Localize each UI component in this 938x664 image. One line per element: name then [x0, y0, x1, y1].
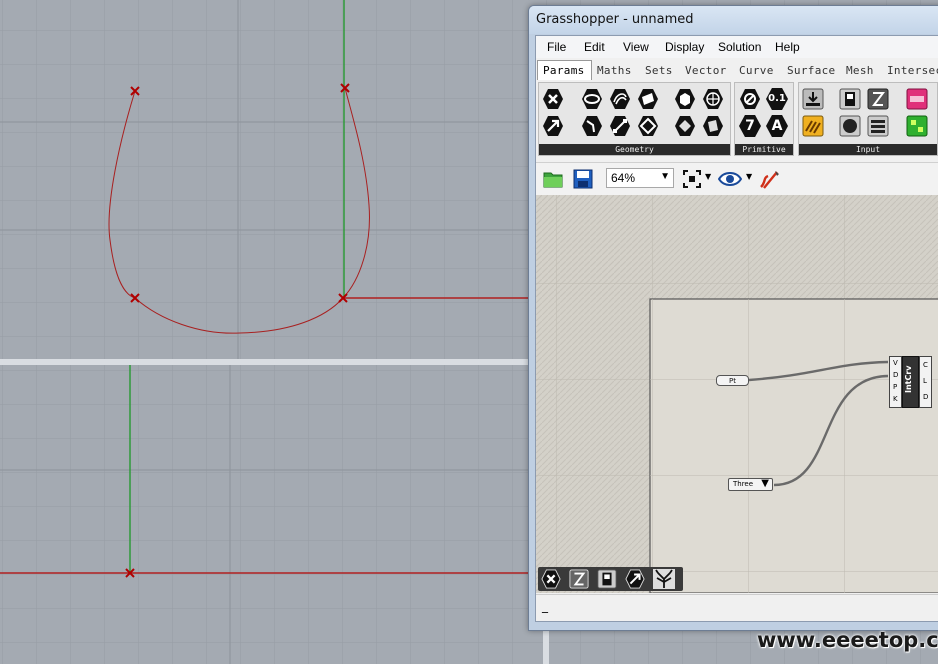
preview-eye-icon[interactable] — [718, 170, 742, 188]
input-v[interactable]: V — [893, 359, 898, 367]
group-primitive: 0.1 7 A Primitive — [734, 82, 794, 156]
tab-sets[interactable]: Sets — [645, 64, 673, 77]
zoom-extents-dropdown-icon[interactable]: ▼ — [705, 172, 711, 181]
value-list-node[interactable]: Three ▼ — [728, 478, 773, 491]
gradient-input-icon[interactable] — [802, 115, 824, 137]
circle-param-icon[interactable] — [581, 88, 603, 110]
intcrv-outputs: C L D — [919, 356, 932, 408]
toggle-input-icon[interactable] — [839, 88, 861, 110]
mesh-param-icon[interactable] — [674, 115, 696, 137]
box-param-icon[interactable] — [674, 88, 696, 110]
image-sampler-icon[interactable] — [906, 115, 928, 137]
save-file-icon[interactable] — [572, 168, 594, 190]
group-geometry: Geometry — [538, 82, 731, 156]
intcrv-title: IntCrv — [904, 365, 913, 393]
group-param-icon[interactable] — [702, 115, 724, 137]
surface-param-icon[interactable] — [637, 88, 659, 110]
input-k[interactable]: K — [893, 395, 898, 403]
component-tabs: Params Maths Sets Vector Curve Surface M… — [536, 59, 938, 81]
group-label-primitive[interactable]: Primitive — [735, 144, 793, 155]
line-param-icon[interactable] — [581, 115, 603, 137]
canvas-quick-bar — [538, 567, 683, 591]
group-label-geometry[interactable]: Geometry — [539, 144, 730, 155]
input-d[interactable]: D — [893, 371, 898, 379]
sketch-pen-icon[interactable] — [758, 168, 782, 190]
preview-dropdown-icon[interactable]: ▼ — [746, 172, 752, 181]
ribbon: Geometry 0.1 7 A Primitive Input — [538, 82, 938, 156]
panel-input-icon[interactable] — [802, 88, 824, 110]
intcrv-component[interactable]: V D P K IntCrv C L D — [889, 356, 938, 408]
number-param-icon[interactable]: 0.1 — [766, 88, 788, 110]
point-param-icon[interactable] — [542, 115, 564, 137]
integer-param-icon[interactable]: 7 — [739, 115, 761, 137]
zoom-level-value: 64% — [611, 171, 636, 185]
menu-view[interactable]: View — [623, 40, 649, 54]
quick-tree-icon[interactable] — [653, 569, 675, 589]
quick-slider-icon[interactable] — [569, 569, 589, 589]
watermark: www.eeeetop.com — [757, 628, 938, 652]
intcrv-body: IntCrv — [902, 356, 919, 408]
menu-solution[interactable]: Solution — [718, 40, 761, 54]
status-bar: _ — [536, 594, 938, 621]
status-text: _ — [542, 599, 548, 613]
title-bar[interactable]: Grasshopper - unnamed — [529, 6, 938, 34]
mesh-face-param-icon[interactable] — [702, 88, 724, 110]
menu-edit[interactable]: Edit — [584, 40, 605, 54]
canvas-graph[interactable] — [536, 195, 938, 593]
output-l[interactable]: L — [923, 377, 927, 385]
zoom-level-select[interactable]: 64% ▼ — [606, 168, 674, 188]
group-input: Input — [798, 82, 938, 156]
tab-mesh[interactable]: Mesh — [846, 64, 874, 77]
curve-param-icon[interactable] — [609, 115, 631, 137]
open-file-icon[interactable] — [542, 168, 564, 190]
colour-swatch-icon[interactable] — [906, 88, 928, 110]
tab-curve[interactable]: Curve — [739, 64, 774, 77]
tab-maths[interactable]: Maths — [597, 64, 632, 77]
value-list-selected: Three — [733, 480, 754, 488]
menu-file[interactable]: File — [547, 40, 566, 54]
group-label-input[interactable]: Input — [799, 144, 937, 155]
window-body: File Edit View Display Solution Help Par… — [535, 35, 938, 622]
list-input-icon[interactable] — [867, 115, 889, 137]
menu-help[interactable]: Help — [775, 40, 800, 54]
quick-geometry-icon[interactable] — [541, 569, 561, 589]
intcrv-inputs: V D P K — [889, 356, 902, 408]
chevron-down-icon: ▼ — [660, 171, 670, 182]
viewport-divider-horizontal[interactable] — [0, 359, 530, 365]
dropdown-triangle-icon[interactable]: ▼ — [761, 478, 769, 489]
input-p[interactable]: P — [893, 383, 897, 391]
geometry-param-icon[interactable] — [542, 88, 564, 110]
button-input-icon[interactable] — [839, 115, 861, 137]
tab-surface[interactable]: Surface — [787, 64, 835, 77]
slider-input-icon[interactable] — [867, 88, 889, 110]
canvas-toolbar: 64% ▼ ▼ ▼ — [536, 162, 938, 196]
tab-vector[interactable]: Vector — [685, 64, 727, 77]
output-c[interactable]: C — [923, 361, 928, 369]
menu-bar: File Edit View Display Solution Help — [536, 36, 938, 58]
quick-point-icon[interactable] — [625, 569, 645, 589]
boolean-param-icon[interactable] — [739, 88, 761, 110]
output-d[interactable]: D — [923, 393, 928, 401]
tab-intersect[interactable]: Intersect — [887, 64, 938, 77]
tab-params[interactable]: Params — [537, 60, 592, 80]
window-title: Grasshopper - unnamed — [536, 12, 694, 27]
brep-param-icon[interactable] — [637, 115, 659, 137]
quick-toggle-icon[interactable] — [597, 569, 617, 589]
pt-param-node[interactable]: Pt — [716, 375, 749, 386]
arc-param-icon[interactable] — [609, 88, 631, 110]
grasshopper-canvas[interactable]: Pt Three ▼ V D P K IntCrv C L D — [536, 195, 938, 593]
menu-display[interactable]: Display — [665, 40, 704, 54]
grasshopper-window[interactable]: Grasshopper - unnamed File Edit View Dis… — [528, 5, 938, 631]
zoom-extents-icon[interactable] — [682, 169, 702, 189]
text-param-icon[interactable]: A — [766, 115, 788, 137]
